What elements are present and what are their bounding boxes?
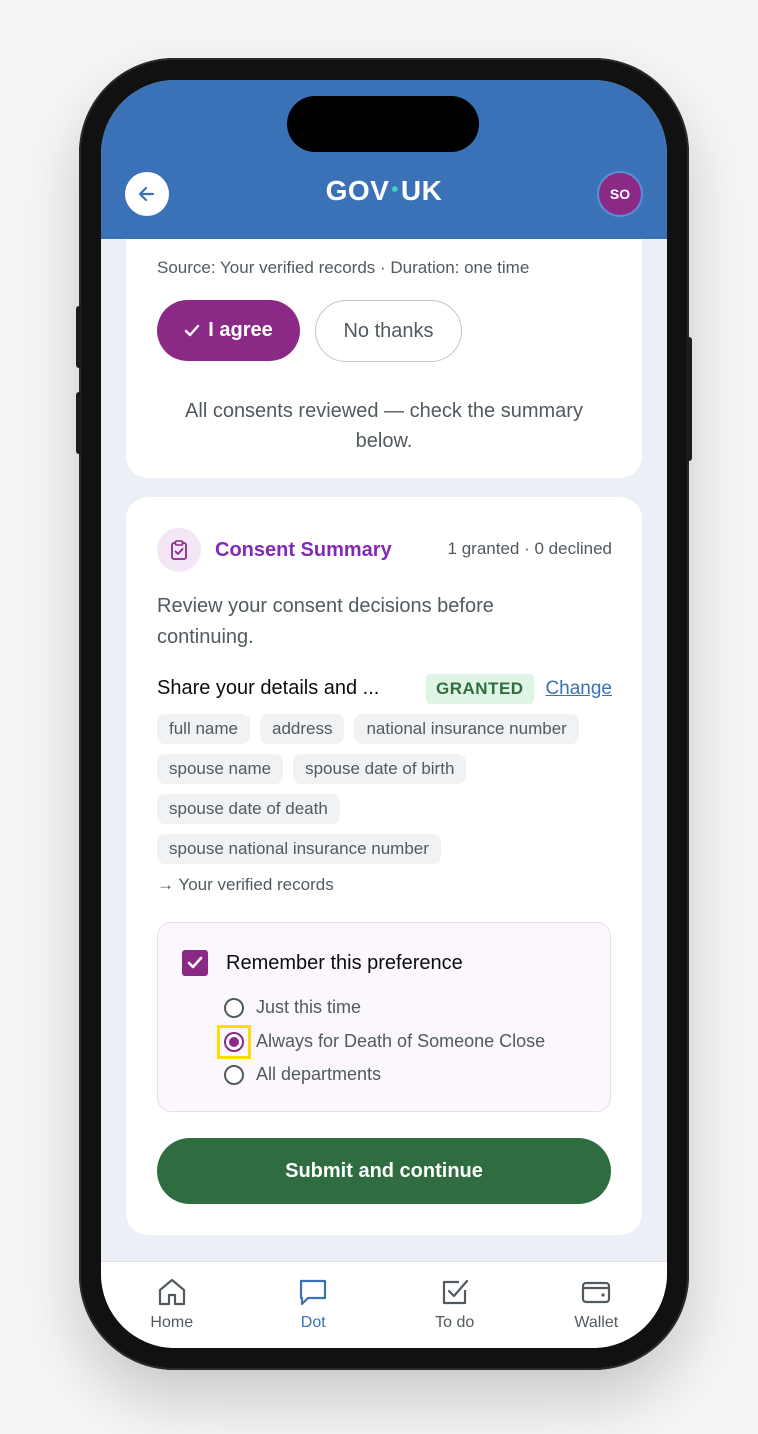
summary-counts: 1 granted · 0 declined <box>447 539 612 558</box>
summary-description: Review your consent decisions before con… <box>157 595 494 648</box>
screen: GOV •UK SO Source: Your verified records … <box>101 80 667 1348</box>
power-button <box>686 337 692 461</box>
avatar[interactable]: SO <box>597 171 643 217</box>
field-chip: spouse national insurance number <box>157 834 441 864</box>
no-thanks-button[interactable]: No thanks <box>315 300 462 362</box>
field-chip: national insurance number <box>354 714 579 744</box>
summary-title: Consent Summary <box>215 539 392 561</box>
radio-option-just-this-time[interactable]: Just this time <box>224 997 361 1018</box>
tab-home[interactable]: Home <box>101 1262 243 1348</box>
agree-button[interactable]: I agree <box>157 300 300 361</box>
field-chip: spouse name <box>157 754 284 784</box>
data-fields-list: full name address national insurance num… <box>157 714 627 864</box>
radio-option-always[interactable]: Always for Death of Someone Close <box>217 1024 545 1059</box>
change-link[interactable]: Change <box>545 678 612 700</box>
remember-label[interactable]: Remember this preference <box>226 952 463 975</box>
submit-button[interactable]: Submit and continue <box>157 1138 611 1204</box>
check-icon <box>185 324 200 336</box>
radio-button[interactable] <box>224 997 244 1018</box>
checkbox-icon <box>442 1279 468 1305</box>
field-chip: spouse date of birth <box>293 754 467 784</box>
tab-dot[interactable]: Dot <box>243 1262 385 1348</box>
remember-preference-box: Remember this preference Just this time … <box>157 922 611 1112</box>
consent-item-title: Share your details and ... <box>157 677 380 699</box>
status-badge: GRANTED <box>426 674 534 704</box>
tab-wallet[interactable]: Wallet <box>526 1262 668 1348</box>
destination-text: → Your verified records <box>157 875 334 894</box>
remember-checkbox[interactable] <box>182 950 208 976</box>
consent-summary-card: Consent Summary 1 granted · 0 declined R… <box>126 497 642 1235</box>
radio-button-selected[interactable] <box>224 1031 244 1052</box>
home-icon <box>158 1278 185 1306</box>
radio-focus-ring <box>217 1024 251 1059</box>
gov-uk-logo: GOV •UK <box>325 175 443 206</box>
reviewed-message: All consents reviewed — check the summar… <box>185 400 583 452</box>
tab-todo[interactable]: To do <box>384 1262 526 1348</box>
field-chip: full name <box>157 714 250 744</box>
field-chip: spouse date of death <box>157 794 340 824</box>
source-text: Source: Your verified records · Duration… <box>157 258 530 277</box>
wallet-icon <box>582 1281 611 1304</box>
radio-option-all-departments[interactable]: All departments <box>224 1064 381 1085</box>
volume-up-button <box>76 306 82 368</box>
checkmark-icon <box>187 956 203 969</box>
volume-down-button <box>76 392 82 454</box>
tab-bar: Home Dot To do Wallet <box>101 1261 667 1348</box>
radio-button[interactable] <box>224 1064 244 1085</box>
dynamic-island <box>287 96 479 152</box>
consent-card: Source: Your verified records · Duration… <box>126 200 642 478</box>
clipboard-check-icon <box>157 528 201 572</box>
field-chip: address <box>259 714 345 744</box>
chat-icon <box>300 1279 327 1306</box>
